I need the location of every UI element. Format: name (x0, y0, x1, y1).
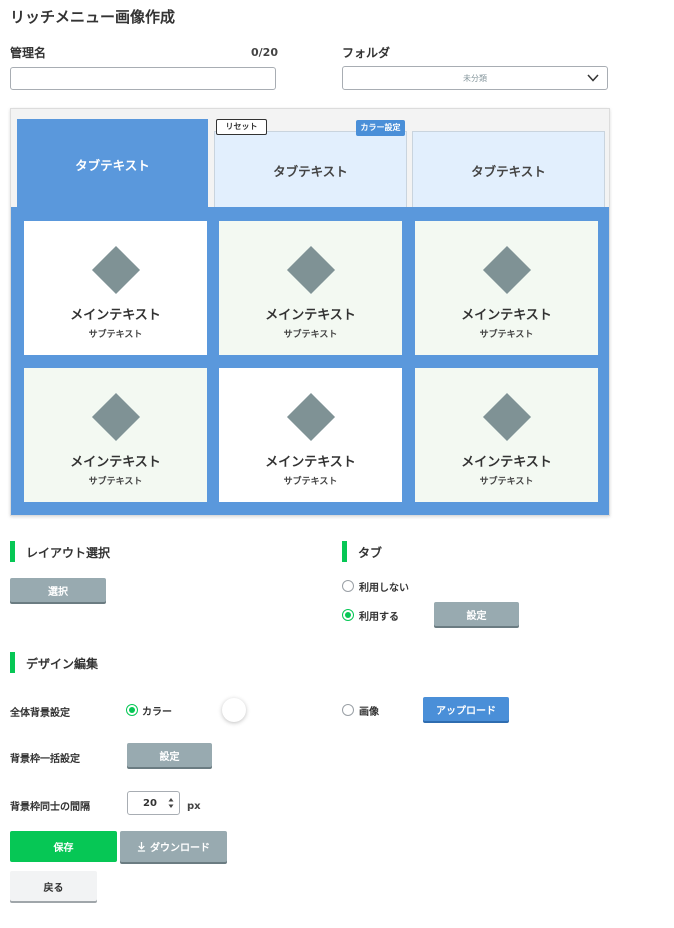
cell-main-text: メインテキスト (461, 455, 552, 470)
cell-main-text: メインテキスト (265, 455, 356, 470)
reset-button[interactable]: リセット (216, 119, 267, 135)
design-section-title: デザイン編集 (26, 657, 99, 671)
bg-image-radio[interactable] (342, 704, 354, 716)
back-button[interactable]: 戻る (10, 871, 97, 901)
cell-sub-text: サブテキスト (88, 330, 143, 340)
save-button[interactable]: 保存 (10, 831, 117, 862)
download-icon (137, 842, 146, 852)
preview-tab-label: タブテキスト (273, 164, 348, 179)
bg-color-label: カラー (142, 707, 172, 718)
cell-main-text: メインテキスト (461, 308, 552, 323)
cell-main-text: メインテキスト (265, 308, 356, 323)
cell-sub-text: サブテキスト (88, 477, 143, 487)
gap-number-input[interactable]: 20 (127, 791, 180, 815)
preview-tab-3[interactable]: タブテキスト (412, 131, 605, 209)
section-marker (10, 652, 15, 673)
diamond-icon (482, 392, 531, 442)
tab-on-label: 利用する (359, 612, 399, 623)
cell-sub-text: サブテキスト (479, 330, 534, 340)
cell-sub-text: サブテキスト (283, 477, 338, 487)
layout-section-title: レイアウト選択 (26, 546, 111, 560)
bg-color-swatch[interactable] (222, 698, 246, 722)
name-char-counter: 0/20 (251, 46, 278, 59)
folder-select[interactable]: 未分類 (342, 66, 608, 90)
tab-on-radio[interactable] (342, 609, 354, 621)
layout-select-button[interactable]: 選択 (10, 578, 106, 602)
diamond-icon (286, 392, 335, 442)
folder-label: フォルダ (342, 46, 391, 60)
bg-setting-label: 全体背景設定 (10, 708, 70, 719)
bg-image-label: 画像 (359, 707, 379, 718)
gap-value: 20 (143, 797, 157, 809)
tab-section-title: タブ (358, 546, 383, 560)
cell-sub-text: サブテキスト (479, 477, 534, 487)
chevron-down-icon (587, 74, 599, 82)
cell-sub-text: サブテキスト (283, 330, 338, 340)
stepper-arrows-icon[interactable] (168, 797, 174, 809)
gap-setting-label: 背景枠同士の間隔 (10, 802, 90, 813)
download-button[interactable]: ダウンロード (120, 831, 227, 862)
diamond-icon (91, 392, 140, 442)
rich-menu-preview: タブテキスト タブテキスト タブテキスト リセット カラー設定 メインテキスト … (10, 108, 610, 516)
tab-off-label: 利用しない (359, 583, 409, 594)
download-label: ダウンロード (150, 843, 210, 854)
tab-settings-button[interactable]: 設定 (434, 602, 519, 626)
menu-cell-2[interactable]: メインテキスト サブテキスト (219, 221, 402, 355)
frame-settings-button[interactable]: 設定 (127, 743, 212, 767)
name-input[interactable] (10, 67, 276, 90)
menu-cell-3[interactable]: メインテキスト サブテキスト (415, 221, 598, 355)
color-settings-button[interactable]: カラー設定 (356, 120, 405, 136)
preview-tab-label: タブテキスト (75, 157, 150, 173)
bg-color-radio[interactable] (126, 704, 138, 716)
folder-select-value: 未分類 (463, 73, 487, 83)
preview-tab-label: タブテキスト (471, 164, 546, 179)
name-label: 管理名 (10, 46, 47, 60)
section-marker (10, 541, 15, 562)
upload-button[interactable]: アップロード (423, 697, 509, 721)
gap-unit: px (187, 801, 201, 812)
tab-off-radio[interactable] (342, 580, 354, 592)
diamond-icon (482, 245, 531, 295)
menu-cell-1[interactable]: メインテキスト サブテキスト (24, 221, 207, 355)
menu-cell-6[interactable]: メインテキスト サブテキスト (415, 368, 598, 502)
frame-setting-label: 背景枠一括設定 (10, 754, 80, 765)
diamond-icon (91, 245, 140, 295)
cell-main-text: メインテキスト (70, 455, 161, 470)
cell-main-text: メインテキスト (70, 308, 161, 323)
menu-cell-4[interactable]: メインテキスト サブテキスト (24, 368, 207, 502)
preview-tab-2[interactable]: タブテキスト (214, 131, 407, 209)
section-marker (342, 541, 347, 562)
menu-cell-5[interactable]: メインテキスト サブテキスト (219, 368, 402, 502)
diamond-icon (286, 245, 335, 295)
preview-tab-1[interactable]: タブテキスト (17, 119, 208, 209)
page-title: リッチメニュー画像作成 (10, 8, 176, 26)
menu-grid: メインテキスト サブテキスト メインテキスト サブテキスト メインテキスト サブ… (11, 207, 609, 515)
